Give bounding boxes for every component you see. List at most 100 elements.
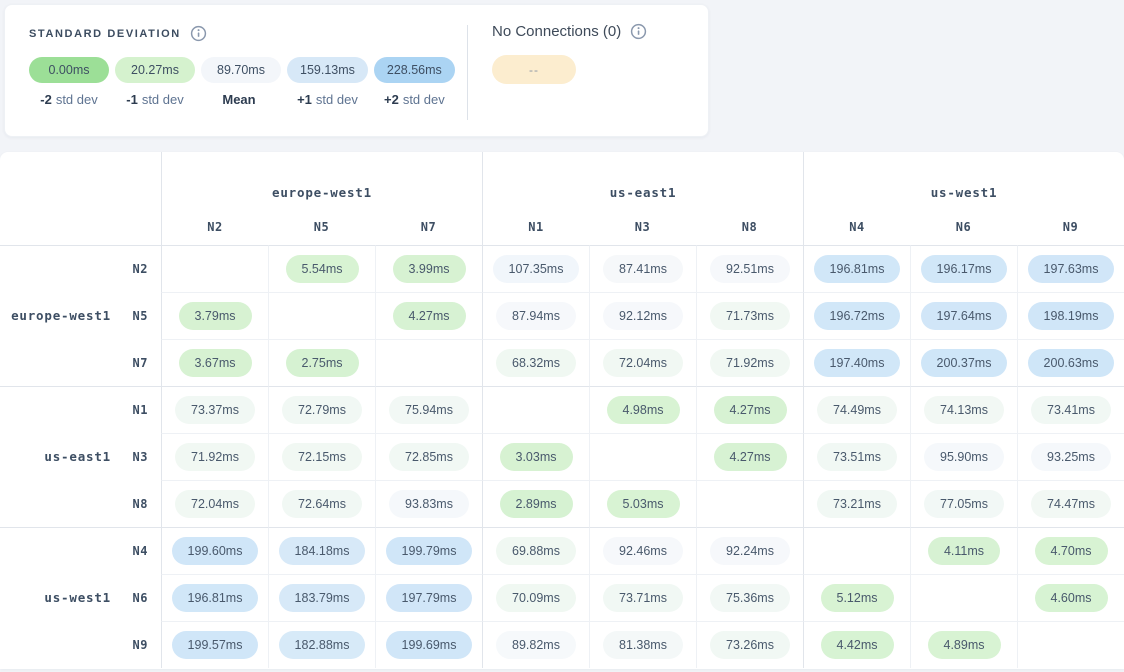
latency-pill[interactable]: 89.82ms — [496, 631, 576, 659]
latency-cell: 70.09ms — [482, 574, 589, 621]
latency-pill[interactable]: 72.04ms — [175, 490, 255, 518]
latency-pill[interactable]: 73.21ms — [817, 490, 897, 518]
column-group-header-us-west1: us-west1 — [803, 152, 1124, 209]
latency-pill[interactable]: 73.71ms — [603, 584, 683, 612]
matrix-self-cell — [161, 245, 268, 292]
latency-cell: 197.63ms — [1017, 245, 1124, 292]
latency-pill[interactable]: 70.09ms — [496, 584, 576, 612]
latency-pill[interactable]: 182.88ms — [279, 631, 366, 659]
latency-pill[interactable]: 3.67ms — [179, 349, 252, 377]
latency-pill[interactable]: 198.19ms — [1028, 302, 1115, 330]
latency-pill[interactable]: 5.03ms — [607, 490, 680, 518]
latency-pill[interactable]: 3.79ms — [179, 302, 252, 330]
latency-pill[interactable]: 81.38ms — [603, 631, 683, 659]
latency-cell: 87.94ms — [482, 292, 589, 339]
latency-pill[interactable]: 196.17ms — [921, 255, 1008, 283]
latency-pill[interactable]: 199.79ms — [386, 537, 473, 565]
latency-cell: 72.85ms — [375, 433, 482, 480]
column-header-N3: N3 — [589, 209, 696, 245]
latency-pill[interactable]: 92.24ms — [710, 537, 790, 565]
latency-cell: 71.73ms — [696, 292, 803, 339]
latency-pill[interactable]: 74.47ms — [1031, 490, 1111, 518]
latency-pill[interactable]: 77.05ms — [924, 490, 1004, 518]
latency-cell: 73.51ms — [803, 433, 910, 480]
latency-pill[interactable]: 75.36ms — [710, 584, 790, 612]
latency-pill[interactable]: 71.92ms — [710, 349, 790, 377]
info-icon[interactable] — [630, 23, 647, 40]
latency-pill[interactable]: 4.27ms — [714, 443, 787, 471]
row-node-label: N6 — [128, 591, 148, 605]
latency-cell: 92.12ms — [589, 292, 696, 339]
latency-pill[interactable]: 4.11ms — [928, 537, 1000, 565]
latency-pill[interactable]: 199.57ms — [172, 631, 259, 659]
column-header-N1: N1 — [482, 209, 589, 245]
info-icon[interactable] — [190, 25, 207, 42]
latency-pill[interactable]: 4.70ms — [1035, 537, 1108, 565]
latency-pill[interactable]: 197.79ms — [386, 584, 473, 612]
latency-pill[interactable]: 72.79ms — [282, 396, 362, 424]
column-group-header-europe-west1: europe-west1 — [161, 152, 482, 209]
latency-cell: 74.49ms — [803, 386, 910, 433]
latency-pill[interactable]: 183.79ms — [279, 584, 366, 612]
latency-pill[interactable]: 4.89ms — [928, 631, 1001, 659]
latency-pill[interactable]: 4.98ms — [607, 396, 680, 424]
latency-cell: 3.99ms — [375, 245, 482, 292]
latency-pill[interactable]: 92.12ms — [603, 302, 683, 330]
latency-pill[interactable]: 72.04ms — [603, 349, 683, 377]
latency-pill[interactable]: 74.49ms — [817, 396, 897, 424]
latency-pill[interactable]: 4.27ms — [714, 396, 787, 424]
legend-pill: 0.00ms — [29, 57, 109, 83]
latency-cell: 71.92ms — [696, 339, 803, 386]
latency-pill[interactable]: 75.94ms — [389, 396, 469, 424]
latency-pill[interactable]: 3.03ms — [500, 443, 573, 471]
latency-pill[interactable]: 196.81ms — [172, 584, 259, 612]
latency-pill[interactable]: 93.83ms — [389, 490, 469, 518]
latency-pill[interactable]: 196.72ms — [814, 302, 901, 330]
latency-pill[interactable]: 72.64ms — [282, 490, 362, 518]
latency-pill[interactable]: 72.15ms — [282, 443, 362, 471]
latency-pill[interactable]: 196.81ms — [814, 255, 901, 283]
latency-pill[interactable]: 3.99ms — [393, 255, 466, 283]
latency-pill[interactable]: 197.40ms — [814, 349, 901, 377]
latency-pill[interactable]: 71.92ms — [175, 443, 255, 471]
latency-pill[interactable]: 73.41ms — [1031, 396, 1111, 424]
row-header-N4: N4 — [0, 527, 161, 574]
latency-pill[interactable]: 73.51ms — [817, 443, 897, 471]
latency-pill[interactable]: 107.35ms — [493, 255, 580, 283]
latency-pill[interactable]: 92.51ms — [710, 255, 790, 283]
latency-cell: 73.37ms — [161, 386, 268, 433]
latency-pill[interactable]: 5.54ms — [286, 255, 359, 283]
latency-pill[interactable]: 5.12ms — [821, 584, 894, 612]
latency-cell: 183.79ms — [268, 574, 375, 621]
latency-cell: 199.79ms — [375, 527, 482, 574]
latency-pill[interactable]: 184.18ms — [279, 537, 366, 565]
latency-pill[interactable]: 199.69ms — [386, 631, 473, 659]
latency-pill[interactable]: 72.85ms — [389, 443, 469, 471]
latency-pill[interactable]: 68.32ms — [496, 349, 576, 377]
latency-pill[interactable]: 197.63ms — [1028, 255, 1115, 283]
latency-pill[interactable]: 73.37ms — [175, 396, 255, 424]
latency-pill[interactable]: 200.37ms — [921, 349, 1008, 377]
latency-pill[interactable]: 197.64ms — [921, 302, 1008, 330]
latency-pill[interactable]: 2.75ms — [286, 349, 359, 377]
latency-pill[interactable]: 92.46ms — [603, 537, 683, 565]
latency-pill[interactable]: 4.27ms — [393, 302, 466, 330]
latency-pill[interactable]: 4.60ms — [1035, 584, 1108, 612]
row-header-N9: N9 — [0, 621, 161, 668]
latency-pill[interactable]: 2.89ms — [500, 490, 573, 518]
latency-pill[interactable]: 71.73ms — [710, 302, 790, 330]
latency-pill[interactable]: 69.88ms — [496, 537, 576, 565]
latency-pill[interactable]: 73.26ms — [710, 631, 790, 659]
latency-pill[interactable]: 87.94ms — [496, 302, 576, 330]
latency-pill[interactable]: 199.60ms — [172, 537, 259, 565]
latency-cell: 3.79ms — [161, 292, 268, 339]
column-header-N9: N9 — [1017, 209, 1124, 245]
latency-pill[interactable]: 4.42ms — [821, 631, 894, 659]
latency-pill[interactable]: 87.41ms — [603, 255, 683, 283]
latency-pill[interactable]: 93.25ms — [1031, 443, 1111, 471]
row-node-label: N8 — [128, 497, 148, 511]
latency-cell: 196.72ms — [803, 292, 910, 339]
latency-pill[interactable]: 74.13ms — [924, 396, 1004, 424]
latency-pill[interactable]: 200.63ms — [1028, 349, 1115, 377]
latency-pill[interactable]: 95.90ms — [924, 443, 1004, 471]
